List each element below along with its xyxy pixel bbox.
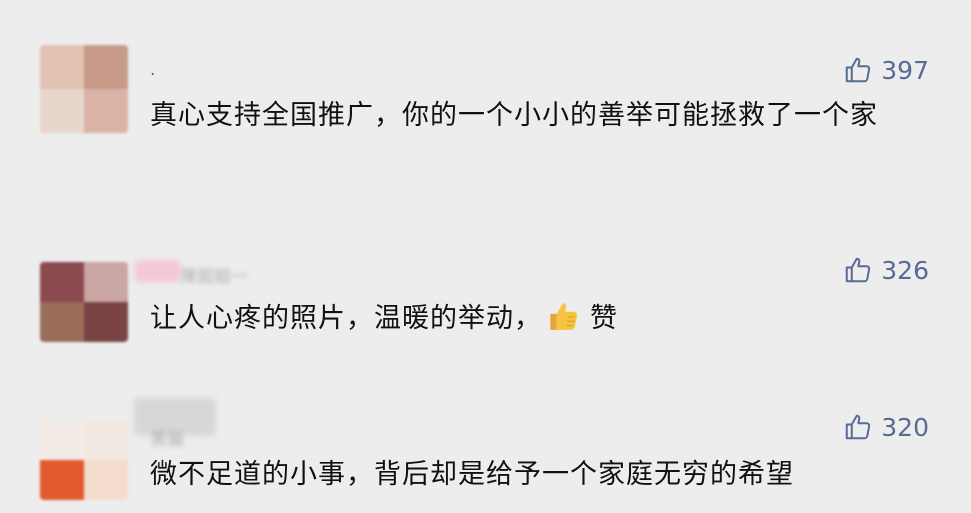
like-button[interactable]: 320 (843, 412, 929, 442)
like-count: 320 (881, 412, 929, 442)
comment-item: 黑猫 320 微不足道的小事，背后却是给予一个家庭无穷的希望 (0, 0, 971, 513)
comment-text: 微不足道的小事，背后却是给予一个家庭无穷的希望 (150, 459, 794, 490)
avatar[interactable] (40, 420, 128, 500)
username[interactable]: 黑猫 (150, 425, 184, 450)
thumbs-up-outline-icon (843, 412, 873, 442)
